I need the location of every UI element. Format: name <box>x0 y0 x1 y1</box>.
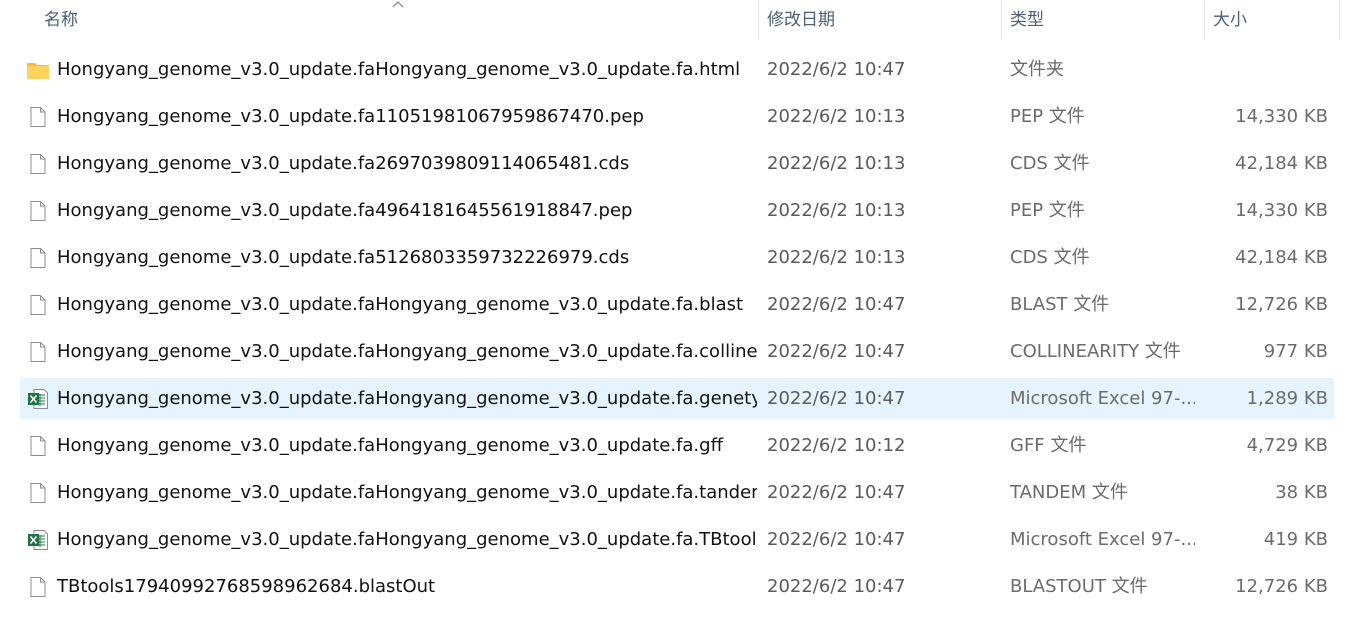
column-divider[interactable] <box>1204 0 1205 40</box>
file-icon <box>26 152 50 176</box>
file-date: 2022/6/2 10:12 <box>767 435 906 456</box>
file-name: Hongyang_genome_v3.0_update.fa5126803359… <box>57 247 630 268</box>
file-icon <box>26 199 50 223</box>
file-date: 2022/6/2 10:13 <box>767 106 906 127</box>
file-size: 419 KB <box>1263 529 1328 550</box>
file-icon <box>26 293 50 317</box>
file-icon <box>26 481 50 505</box>
column-header-size[interactable]: 大小 <box>1213 0 1337 40</box>
column-header-bar: 名称 修改日期 类型 大小 <box>0 0 1361 40</box>
file-row[interactable]: Hongyang_genome_v3.0_update.faHongyang_g… <box>20 284 1334 325</box>
file-date: 2022/6/2 10:47 <box>767 294 906 315</box>
file-row[interactable]: Hongyang_genome_v3.0_update.fa1105198106… <box>20 96 1334 137</box>
file-row[interactable]: Hongyang_genome_v3.0_update.fa5126803359… <box>20 237 1334 278</box>
column-header-name[interactable]: 名称 <box>44 0 758 40</box>
file-row[interactable]: Hongyang_genome_v3.0_update.faHongyang_g… <box>20 472 1334 513</box>
file-name: Hongyang_genome_v3.0_update.faHongyang_g… <box>57 482 757 503</box>
file-date: 2022/6/2 10:47 <box>767 59 906 80</box>
file-date: 2022/6/2 10:47 <box>767 576 906 597</box>
column-divider[interactable] <box>1339 0 1340 40</box>
file-type: CDS 文件 <box>1010 153 1090 174</box>
column-header-type[interactable]: 类型 <box>1010 0 1202 40</box>
file-icon <box>26 246 50 270</box>
file-size: 12,726 KB <box>1235 294 1328 315</box>
file-row[interactable]: Hongyang_genome_v3.0_update.faHongyang_g… <box>20 425 1334 466</box>
file-name: Hongyang_genome_v3.0_update.faHongyang_g… <box>57 529 757 550</box>
file-type: PEP 文件 <box>1010 106 1085 127</box>
file-row[interactable]: TBtools17940992768598962684.blastOut 202… <box>20 566 1334 607</box>
file-name: Hongyang_genome_v3.0_update.faHongyang_g… <box>57 388 757 409</box>
file-name: Hongyang_genome_v3.0_update.fa4964181645… <box>57 200 633 221</box>
column-divider[interactable] <box>1001 0 1002 40</box>
file-name: TBtools17940992768598962684.blastOut <box>57 576 436 597</box>
file-size: 42,184 KB <box>1235 247 1328 268</box>
file-name: Hongyang_genome_v3.0_update.fa1105198106… <box>57 106 644 127</box>
file-icon <box>26 434 50 458</box>
file-name: Hongyang_genome_v3.0_update.faHongyang_g… <box>57 294 744 315</box>
excel-icon <box>26 387 50 411</box>
file-date: 2022/6/2 10:47 <box>767 341 906 362</box>
file-date: 2022/6/2 10:13 <box>767 153 906 174</box>
file-type: COLLINEARITY 文件 <box>1010 341 1181 362</box>
file-type: Microsoft Excel 97-... <box>1010 529 1195 550</box>
file-name: Hongyang_genome_v3.0_update.faHongyang_g… <box>57 435 723 456</box>
file-type: 文件夹 <box>1010 59 1064 80</box>
excel-icon <box>26 528 50 552</box>
file-size: 12,726 KB <box>1235 576 1328 597</box>
file-type: PEP 文件 <box>1010 200 1085 221</box>
file-size: 38 KB <box>1275 482 1328 503</box>
file-size: 1,289 KB <box>1246 388 1328 409</box>
file-date: 2022/6/2 10:47 <box>767 388 906 409</box>
file-size: 14,330 KB <box>1235 200 1328 221</box>
column-header-date[interactable]: 修改日期 <box>767 0 999 40</box>
file-name: Hongyang_genome_v3.0_update.fa2697039809… <box>57 153 630 174</box>
file-date: 2022/6/2 10:47 <box>767 529 906 550</box>
file-date: 2022/6/2 10:47 <box>767 482 906 503</box>
file-row[interactable]: Hongyang_genome_v3.0_update.fa4964181645… <box>20 190 1334 231</box>
folder-icon <box>26 58 50 82</box>
file-size <box>1200 49 1328 90</box>
file-row-selected[interactable]: Hongyang_genome_v3.0_update.faHongyang_g… <box>20 378 1334 419</box>
file-type: Microsoft Excel 97-... <box>1010 388 1195 409</box>
file-type: TANDEM 文件 <box>1010 482 1128 503</box>
file-type: GFF 文件 <box>1010 435 1087 456</box>
file-name: Hongyang_genome_v3.0_update.faHongyang_g… <box>57 341 757 362</box>
file-size: 977 KB <box>1263 341 1328 362</box>
file-date: 2022/6/2 10:13 <box>767 247 906 268</box>
file-size: 14,330 KB <box>1235 106 1328 127</box>
file-name: Hongyang_genome_v3.0_update.faHongyang_g… <box>57 59 741 80</box>
file-row[interactable]: Hongyang_genome_v3.0_update.faHongyang_g… <box>20 49 1334 90</box>
column-divider[interactable] <box>758 0 759 40</box>
file-row[interactable]: Hongyang_genome_v3.0_update.faHongyang_g… <box>20 331 1334 372</box>
file-type: BLAST 文件 <box>1010 294 1110 315</box>
file-size: 42,184 KB <box>1235 153 1328 174</box>
file-row[interactable]: Hongyang_genome_v3.0_update.fa2697039809… <box>20 143 1334 184</box>
file-type: BLASTOUT 文件 <box>1010 576 1148 597</box>
file-size: 4,729 KB <box>1246 435 1328 456</box>
file-date: 2022/6/2 10:13 <box>767 200 906 221</box>
file-icon <box>26 340 50 364</box>
file-icon <box>26 575 50 599</box>
file-icon <box>26 105 50 129</box>
file-row[interactable]: Hongyang_genome_v3.0_update.faHongyang_g… <box>20 519 1334 560</box>
file-type: CDS 文件 <box>1010 247 1090 268</box>
